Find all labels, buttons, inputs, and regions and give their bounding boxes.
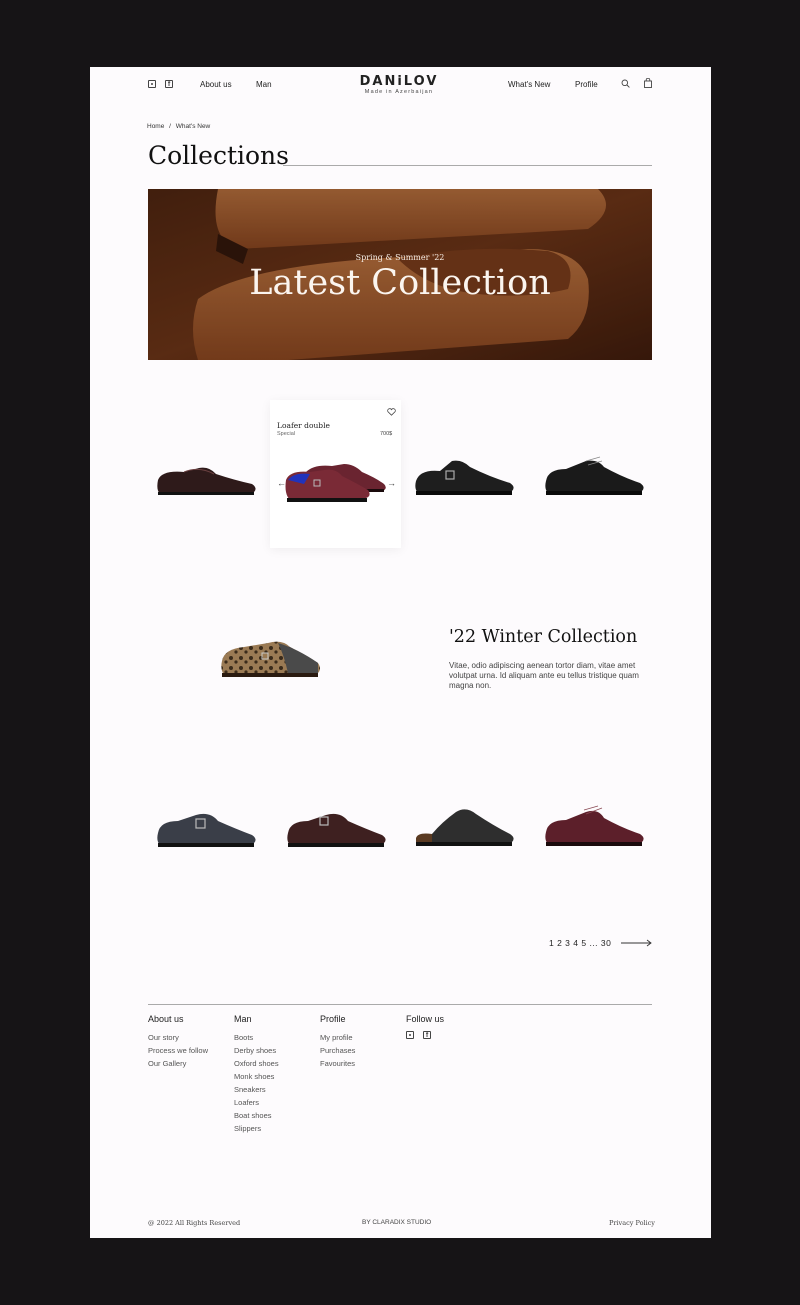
title-divider — [283, 165, 652, 166]
footer-heading-profile: Profile — [320, 1014, 346, 1024]
heart-icon[interactable] — [387, 408, 396, 416]
product-shoe-7[interactable] — [412, 804, 518, 852]
footer-link[interactable]: Sneakers — [234, 1083, 279, 1096]
footer-heading-follow: Follow us — [406, 1014, 445, 1024]
product-shoe-4[interactable] — [542, 455, 646, 501]
featured-shoe-image — [285, 464, 386, 502]
breadcrumb-separator: / — [169, 123, 171, 130]
product-shoe-6[interactable] — [284, 807, 388, 853]
winter-description: Vitae, odio adipiscing aenean tortor dia… — [449, 661, 639, 690]
instagram-icon[interactable] — [148, 80, 156, 88]
facebook-icon[interactable]: f — [165, 80, 173, 88]
logo-text: DANiLOV — [359, 74, 439, 89]
logo[interactable]: DANiLOV Made in Azerbaijan — [354, 74, 444, 95]
breadcrumb-current[interactable]: What's New — [176, 123, 210, 130]
bag-icon[interactable] — [644, 78, 652, 88]
product-shoe-5[interactable] — [154, 807, 258, 853]
footer-link[interactable]: Purchases — [320, 1044, 355, 1057]
facebook-icon[interactable]: f — [423, 1031, 431, 1039]
featured-subtitle: Special — [277, 431, 296, 437]
nav-man[interactable]: Man — [256, 80, 272, 89]
next-arrow-icon[interactable]: → — [387, 478, 396, 488]
hero-title: Latest Collection — [249, 263, 551, 303]
copyright: @ 2022 All Rights Reserved — [148, 1219, 241, 1227]
breadcrumb: Home / What's New — [147, 123, 210, 130]
footer-link[interactable]: Favourites — [320, 1057, 355, 1070]
footer-list-profile: My profile Purchases Favourites — [320, 1031, 355, 1070]
instagram-icon[interactable] — [406, 1031, 414, 1039]
breadcrumb-home[interactable]: Home — [147, 123, 164, 130]
studio-credit[interactable]: BY CLARADIX STUDIO — [362, 1219, 431, 1226]
privacy-policy-link[interactable]: Privacy Policy — [609, 1219, 655, 1227]
featured-price: 700$ — [380, 431, 393, 437]
footer-link[interactable]: Loafers — [234, 1096, 279, 1109]
footer-list-man: Boots Derby shoes Oxford shoes Monk shoe… — [234, 1031, 279, 1135]
featured-product-card[interactable]: Loafer double Special 700$ ← → — [270, 400, 401, 548]
footer-heading-about: About us — [148, 1014, 184, 1024]
nav-whats-new[interactable]: What's New — [508, 80, 550, 89]
footer-link[interactable]: My profile — [320, 1031, 355, 1044]
product-shoe-3[interactable] — [412, 457, 518, 501]
search-icon[interactable] — [621, 79, 630, 88]
page-title: Collections — [148, 141, 289, 170]
footer-link[interactable]: Monk shoes — [234, 1070, 279, 1083]
footer-link[interactable]: Our Gallery — [148, 1057, 208, 1070]
footer-divider — [148, 1004, 652, 1005]
nav-profile[interactable]: Profile — [575, 80, 598, 89]
featured-name: Loafer double — [277, 421, 330, 430]
footer-link[interactable]: Boots — [234, 1031, 279, 1044]
next-page-arrow-icon[interactable] — [621, 939, 652, 947]
page: f About us Man DANiLOV Made in Azerbaija… — [90, 67, 711, 1238]
footer-link[interactable]: Oxford shoes — [234, 1057, 279, 1070]
product-shoe-1[interactable] — [154, 460, 258, 500]
pagination[interactable]: 1 2 3 4 5 ... 30 — [549, 938, 611, 948]
hero-eyebrow: Spring & Summer '22 — [355, 253, 445, 262]
winter-title: '22 Winter Collection — [449, 627, 638, 647]
winter-shoe-image[interactable] — [218, 635, 324, 681]
footer-link[interactable]: Boat shoes — [234, 1109, 279, 1122]
logo-subtitle: Made in Azerbaijan — [364, 89, 434, 95]
footer-link[interactable]: Slippers — [234, 1122, 279, 1135]
nav-about-us[interactable]: About us — [200, 80, 232, 89]
footer-heading-man: Man — [234, 1014, 252, 1024]
footer-link[interactable]: Process we follow — [148, 1044, 208, 1057]
footer-link[interactable]: Derby shoes — [234, 1044, 279, 1057]
product-shoe-8[interactable] — [542, 804, 646, 852]
footer-list-about: Our story Process we follow Our Gallery — [148, 1031, 208, 1070]
hero-banner[interactable]: Spring & Summer '22 Latest Collection — [148, 189, 652, 360]
footer-link[interactable]: Our story — [148, 1031, 208, 1044]
